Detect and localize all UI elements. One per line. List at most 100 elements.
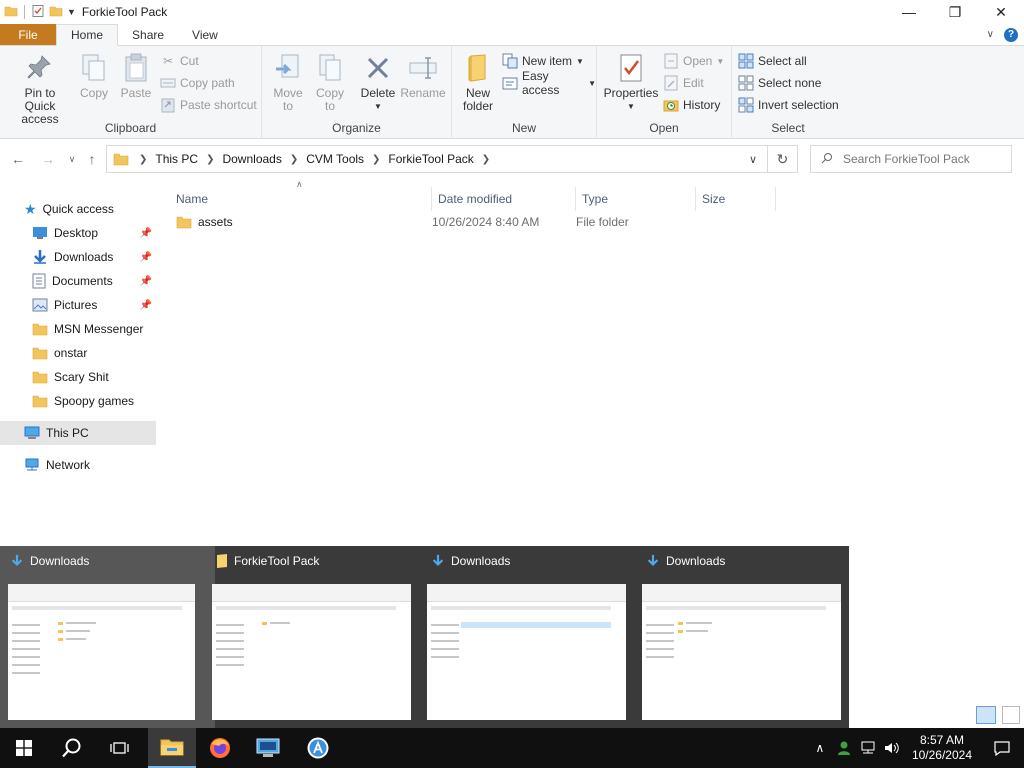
breadcrumb-forkietool-pack[interactable]: ForkieTool Pack	[384, 152, 477, 166]
edit-button[interactable]: Edit	[663, 74, 704, 92]
desktop-icon	[32, 226, 48, 240]
search-box[interactable]: Search ForkieTool Pack	[810, 145, 1012, 173]
paste-shortcut-button[interactable]: Paste shortcut	[160, 96, 257, 114]
pin-to-quick-access-button[interactable]: Pin to Quick access	[6, 52, 74, 126]
clock[interactable]: 8:57 AM 10/26/2024	[904, 733, 980, 763]
action-center-button[interactable]	[980, 728, 1024, 768]
rename-button[interactable]: Rename	[400, 52, 446, 100]
network-icon	[24, 458, 40, 472]
remote-desktop-taskbar-button[interactable]	[244, 728, 292, 768]
nav-spoopy-games[interactable]: Spoopy games	[0, 389, 156, 413]
paste-button[interactable]: Paste	[116, 52, 156, 100]
download-icon	[431, 554, 445, 568]
move-to-button[interactable]: Move to	[268, 52, 308, 113]
open-button[interactable]: Open ▼	[663, 52, 724, 70]
tab-home[interactable]: Home	[56, 24, 119, 46]
table-row[interactable]: assets 10/26/2024 8:40 AM File folder	[176, 211, 776, 233]
nav-pictures[interactable]: Pictures 📌	[0, 293, 156, 317]
copy-path-button[interactable]: Copy path	[160, 74, 235, 92]
delete-button[interactable]: Delete ▼	[358, 52, 398, 113]
invert-selection-button[interactable]: Invert selection	[738, 96, 839, 114]
ribbon: Pin to Quick access Copy Paste ✂ Cut Cop…	[0, 46, 1024, 139]
tab-share[interactable]: Share	[118, 24, 178, 45]
column-header-date-modified[interactable]: Date modified	[432, 187, 576, 211]
recent-locations-button[interactable]: ∨	[62, 149, 82, 169]
new-folder-icon	[462, 52, 494, 84]
app-store-taskbar-button[interactable]	[294, 728, 342, 768]
refresh-button[interactable]: ↻	[768, 145, 798, 173]
breadcrumb-cvm-tools[interactable]: CVM Tools	[302, 152, 368, 166]
nav-msn-messenger[interactable]: MSN Messenger	[0, 317, 156, 341]
organize-group: Move to Copy to Delete ▼ Rename Organize	[262, 46, 452, 139]
start-button[interactable]	[0, 728, 48, 768]
nav-scary-shit[interactable]: Scary Shit	[0, 365, 156, 389]
volume-icon[interactable]	[880, 728, 904, 768]
arrow-right-icon: →	[41, 151, 55, 167]
tab-view[interactable]: View	[178, 24, 232, 45]
thumbnail-downloads-3[interactable]: Downloads	[636, 546, 851, 728]
new-item-button[interactable]: New item ▼	[502, 52, 584, 70]
nav-desktop[interactable]: Desktop 📌	[0, 221, 156, 245]
history-button[interactable]: History	[663, 96, 720, 114]
properties-check-icon[interactable]	[31, 4, 45, 21]
select-none-button[interactable]: Select none	[738, 74, 821, 92]
new-folder-button[interactable]: New folder	[458, 52, 498, 113]
search-input[interactable]: Search ForkieTool Pack	[843, 152, 970, 166]
network-tray-icon[interactable]	[856, 728, 880, 768]
divider	[24, 5, 25, 19]
chevron-down-icon: ▼	[716, 56, 725, 66]
back-button[interactable]: ←	[8, 149, 28, 169]
column-header-type[interactable]: Type	[576, 187, 696, 211]
delete-x-icon	[362, 52, 394, 84]
nav-this-pc[interactable]: This PC	[0, 421, 156, 445]
download-icon	[646, 554, 660, 568]
column-header-name[interactable]: Name	[170, 187, 432, 211]
copy-button[interactable]: Copy	[76, 52, 112, 100]
select-all-button[interactable]: Select all	[738, 52, 807, 70]
pin-icon: 📌	[139, 251, 152, 263]
customize-dropdown-icon[interactable]: ▼	[67, 7, 76, 17]
cut-button[interactable]: ✂ Cut	[160, 52, 199, 70]
nav-quick-access[interactable]: ★ Quick access	[0, 197, 156, 221]
nav-documents[interactable]: Documents 📌	[0, 269, 156, 293]
address-dropdown-icon[interactable]: ∨	[749, 153, 767, 166]
forward-button[interactable]: →	[38, 149, 58, 169]
notification-icon	[994, 740, 1010, 756]
column-header-size[interactable]: Size	[696, 187, 776, 211]
file-explorer-taskbar-button[interactable]	[148, 728, 196, 768]
breadcrumb-separator: ❯	[289, 153, 299, 165]
search-button[interactable]	[48, 728, 96, 768]
properties-icon	[615, 52, 647, 84]
address-bar[interactable]: ❯ This PC ❯ Downloads ❯ CVM Tools ❯ Fork…	[106, 145, 768, 173]
show-hidden-icons-button[interactable]: ∧	[808, 728, 832, 768]
close-button[interactable]: ✕	[978, 0, 1024, 24]
arrow-up-icon: ↑	[88, 151, 96, 167]
chevron-up-icon: ∧	[815, 741, 825, 755]
ribbon-expand-icon[interactable]: ∨	[987, 29, 994, 40]
task-view-button[interactable]	[96, 728, 144, 768]
copy-to-button[interactable]: Copy to	[310, 52, 350, 113]
search-icon	[61, 737, 83, 759]
user-status-icon[interactable]	[832, 728, 856, 768]
thumbnail-forkietool-pack[interactable]: ForkieTool Pack	[206, 546, 421, 728]
select-all-icon	[738, 53, 754, 69]
minimize-button[interactable]: —	[886, 0, 932, 24]
nav-network[interactable]: Network	[0, 453, 156, 477]
up-button[interactable]: ↑	[82, 149, 102, 169]
easy-access-button[interactable]: Easy access ▼	[502, 69, 596, 97]
pin-icon	[24, 52, 56, 84]
new-folder-icon[interactable]	[49, 4, 63, 21]
nav-downloads[interactable]: Downloads 📌	[0, 245, 156, 269]
help-icon[interactable]: ?	[1004, 27, 1018, 42]
properties-button[interactable]: Properties ▼	[603, 52, 659, 113]
thumbnail-downloads-2[interactable]: Downloads	[421, 546, 636, 728]
maximize-button[interactable]: ❐	[932, 0, 978, 24]
firefox-taskbar-button[interactable]	[196, 728, 244, 768]
thumbnail-downloads-1[interactable]: Downloads	[0, 546, 215, 728]
tab-file[interactable]: File	[0, 24, 56, 45]
breadcrumb-downloads[interactable]: Downloads	[218, 152, 285, 166]
breadcrumb-this-pc[interactable]: This PC	[151, 152, 202, 166]
details-view-button[interactable]	[976, 706, 996, 724]
large-icons-view-button[interactable]	[1002, 706, 1020, 724]
nav-onstar[interactable]: onstar	[0, 341, 156, 365]
